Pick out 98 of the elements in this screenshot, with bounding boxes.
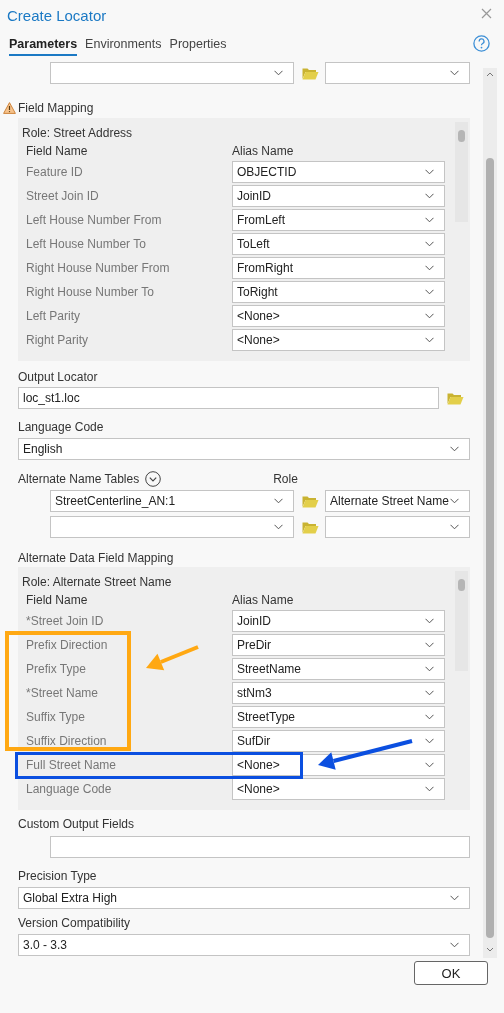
folder-icon[interactable] xyxy=(302,66,320,80)
chevron-down-icon xyxy=(425,289,434,295)
field-name-label: *Street Name xyxy=(26,686,99,700)
chevron-down-icon xyxy=(450,524,459,530)
field-name-label: Left Parity xyxy=(26,309,81,323)
alias-dropdown[interactable]: JoinID xyxy=(232,185,445,207)
field-name-label: Right House Number To xyxy=(26,285,154,299)
chevron-down-icon xyxy=(425,169,434,175)
column-header: Field Name xyxy=(25,593,89,607)
field-name-label: Street Join ID xyxy=(26,189,99,203)
table-dropdown[interactable] xyxy=(50,516,295,538)
close-icon[interactable] xyxy=(481,8,492,19)
help-icon[interactable] xyxy=(473,35,490,52)
field-label: Output Locator xyxy=(18,369,99,385)
tab[interactable]: Properties xyxy=(169,35,227,56)
chevron-down-icon xyxy=(450,942,459,948)
field-name-label: Suffix Direction xyxy=(26,734,107,748)
alias-dropdown[interactable]: PreDir xyxy=(232,634,445,656)
alias-dropdown[interactable]: <None> xyxy=(232,778,445,800)
field-name-label: Left House Number From xyxy=(26,213,162,227)
field-name-label: Left House Number To xyxy=(26,237,146,251)
chevron-down-icon xyxy=(425,618,434,624)
field-label: Language Code xyxy=(18,419,105,435)
chevron-down-icon xyxy=(425,690,434,696)
chevron-down-icon xyxy=(425,193,434,199)
scrollbar[interactable] xyxy=(455,122,468,222)
field-label: Custom Output Fields xyxy=(18,816,136,832)
folder-icon[interactable] xyxy=(447,391,464,405)
field-name-label: Suffix Type xyxy=(26,710,85,724)
chevron-down-icon xyxy=(425,714,434,720)
section-heading: Field Mapping xyxy=(18,100,94,116)
tab[interactable]: Environments xyxy=(85,35,162,56)
column-header: Alias Name xyxy=(232,144,294,158)
field-name-label: Right House Number From xyxy=(26,261,170,275)
chevron-down-icon xyxy=(425,313,434,319)
field-name-label: Full Street Name xyxy=(26,758,117,772)
chevron-down-icon xyxy=(425,666,434,672)
field-label: Role xyxy=(273,471,298,487)
language-dropdown[interactable]: English xyxy=(18,438,470,460)
table-dropdown[interactable]: StreetCenterline_AN:1 xyxy=(50,490,295,512)
expand-icon[interactable] xyxy=(145,471,162,487)
alias-dropdown[interactable]: <None> xyxy=(232,754,445,776)
chevron-down-icon xyxy=(450,895,459,901)
tab[interactable]: Parameters xyxy=(9,35,78,56)
field-name-label: Feature ID xyxy=(26,165,83,179)
folder-icon[interactable] xyxy=(302,494,320,508)
section-heading: Alternate Data Field Mapping xyxy=(18,550,175,566)
output-locator-field[interactable]: loc_st1.loc xyxy=(18,387,439,409)
alias-dropdown[interactable]: JoinID xyxy=(232,610,445,632)
alias-dropdown[interactable]: stNm3 xyxy=(232,682,445,704)
field-label: Version Compatibility xyxy=(18,915,132,931)
chevron-down-icon xyxy=(425,337,434,343)
column-header: Field Name xyxy=(25,144,89,158)
folder-icon[interactable] xyxy=(302,520,320,534)
alias-dropdown[interactable]: StreetName xyxy=(232,658,445,680)
precision-dropdown[interactable]: Global Extra High xyxy=(18,887,470,909)
chevron-down-icon xyxy=(450,446,459,452)
role-dropdown[interactable]: Alternate Street Name xyxy=(325,490,470,512)
table-dropdown[interactable] xyxy=(50,62,295,84)
field-name-label: Language Code xyxy=(26,782,112,796)
chevron-down-icon xyxy=(425,738,434,744)
alias-dropdown[interactable]: StreetType xyxy=(232,706,445,728)
alias-dropdown[interactable]: FromRight xyxy=(232,257,445,279)
field-name-label: *Street Join ID xyxy=(26,614,104,628)
field-label: Precision Type xyxy=(18,868,98,884)
field-name-label: Prefix Direction xyxy=(26,638,108,652)
role-dropdown[interactable] xyxy=(325,62,470,84)
chevron-down-icon xyxy=(450,70,459,76)
alias-dropdown[interactable]: SufDir xyxy=(232,730,445,752)
role-label: Role: Alternate Street Name xyxy=(21,575,172,589)
chevron-down-icon xyxy=(450,498,459,504)
field-label: Alternate Name Tables xyxy=(18,471,140,487)
custom-output-field[interactable] xyxy=(50,836,470,858)
field-name-label: Right Parity xyxy=(26,333,89,347)
chevron-down-icon xyxy=(425,642,434,648)
role-dropdown[interactable] xyxy=(325,516,470,538)
chevron-down-icon xyxy=(425,265,434,271)
chevron-down-icon xyxy=(425,217,434,223)
alias-dropdown[interactable]: FromLeft xyxy=(232,209,445,231)
version-dropdown[interactable]: 3.0 - 3.3 xyxy=(18,934,470,956)
chevron-down-icon xyxy=(425,241,434,247)
chevron-down-icon xyxy=(274,524,284,530)
alias-dropdown[interactable]: ToLeft xyxy=(232,233,445,255)
dialog-title: Create Locator xyxy=(7,6,107,24)
chevron-down-icon xyxy=(425,762,434,768)
column-header: Alias Name xyxy=(232,593,294,607)
scrollbar[interactable] xyxy=(455,571,468,671)
chevron-down-icon xyxy=(274,498,284,504)
alias-dropdown[interactable]: <None> xyxy=(232,329,445,351)
scrollbar[interactable] xyxy=(483,68,497,958)
field-name-label: Prefix Type xyxy=(26,662,86,676)
role-label: Role: Street Address xyxy=(21,126,133,140)
alias-dropdown[interactable]: <None> xyxy=(232,305,445,327)
ok-button[interactable]: OK xyxy=(414,961,488,985)
alias-dropdown[interactable]: OBJECTID xyxy=(232,161,445,183)
chevron-down-icon xyxy=(425,786,434,792)
chevron-down-icon xyxy=(274,70,284,76)
alias-dropdown[interactable]: ToRight xyxy=(232,281,445,303)
